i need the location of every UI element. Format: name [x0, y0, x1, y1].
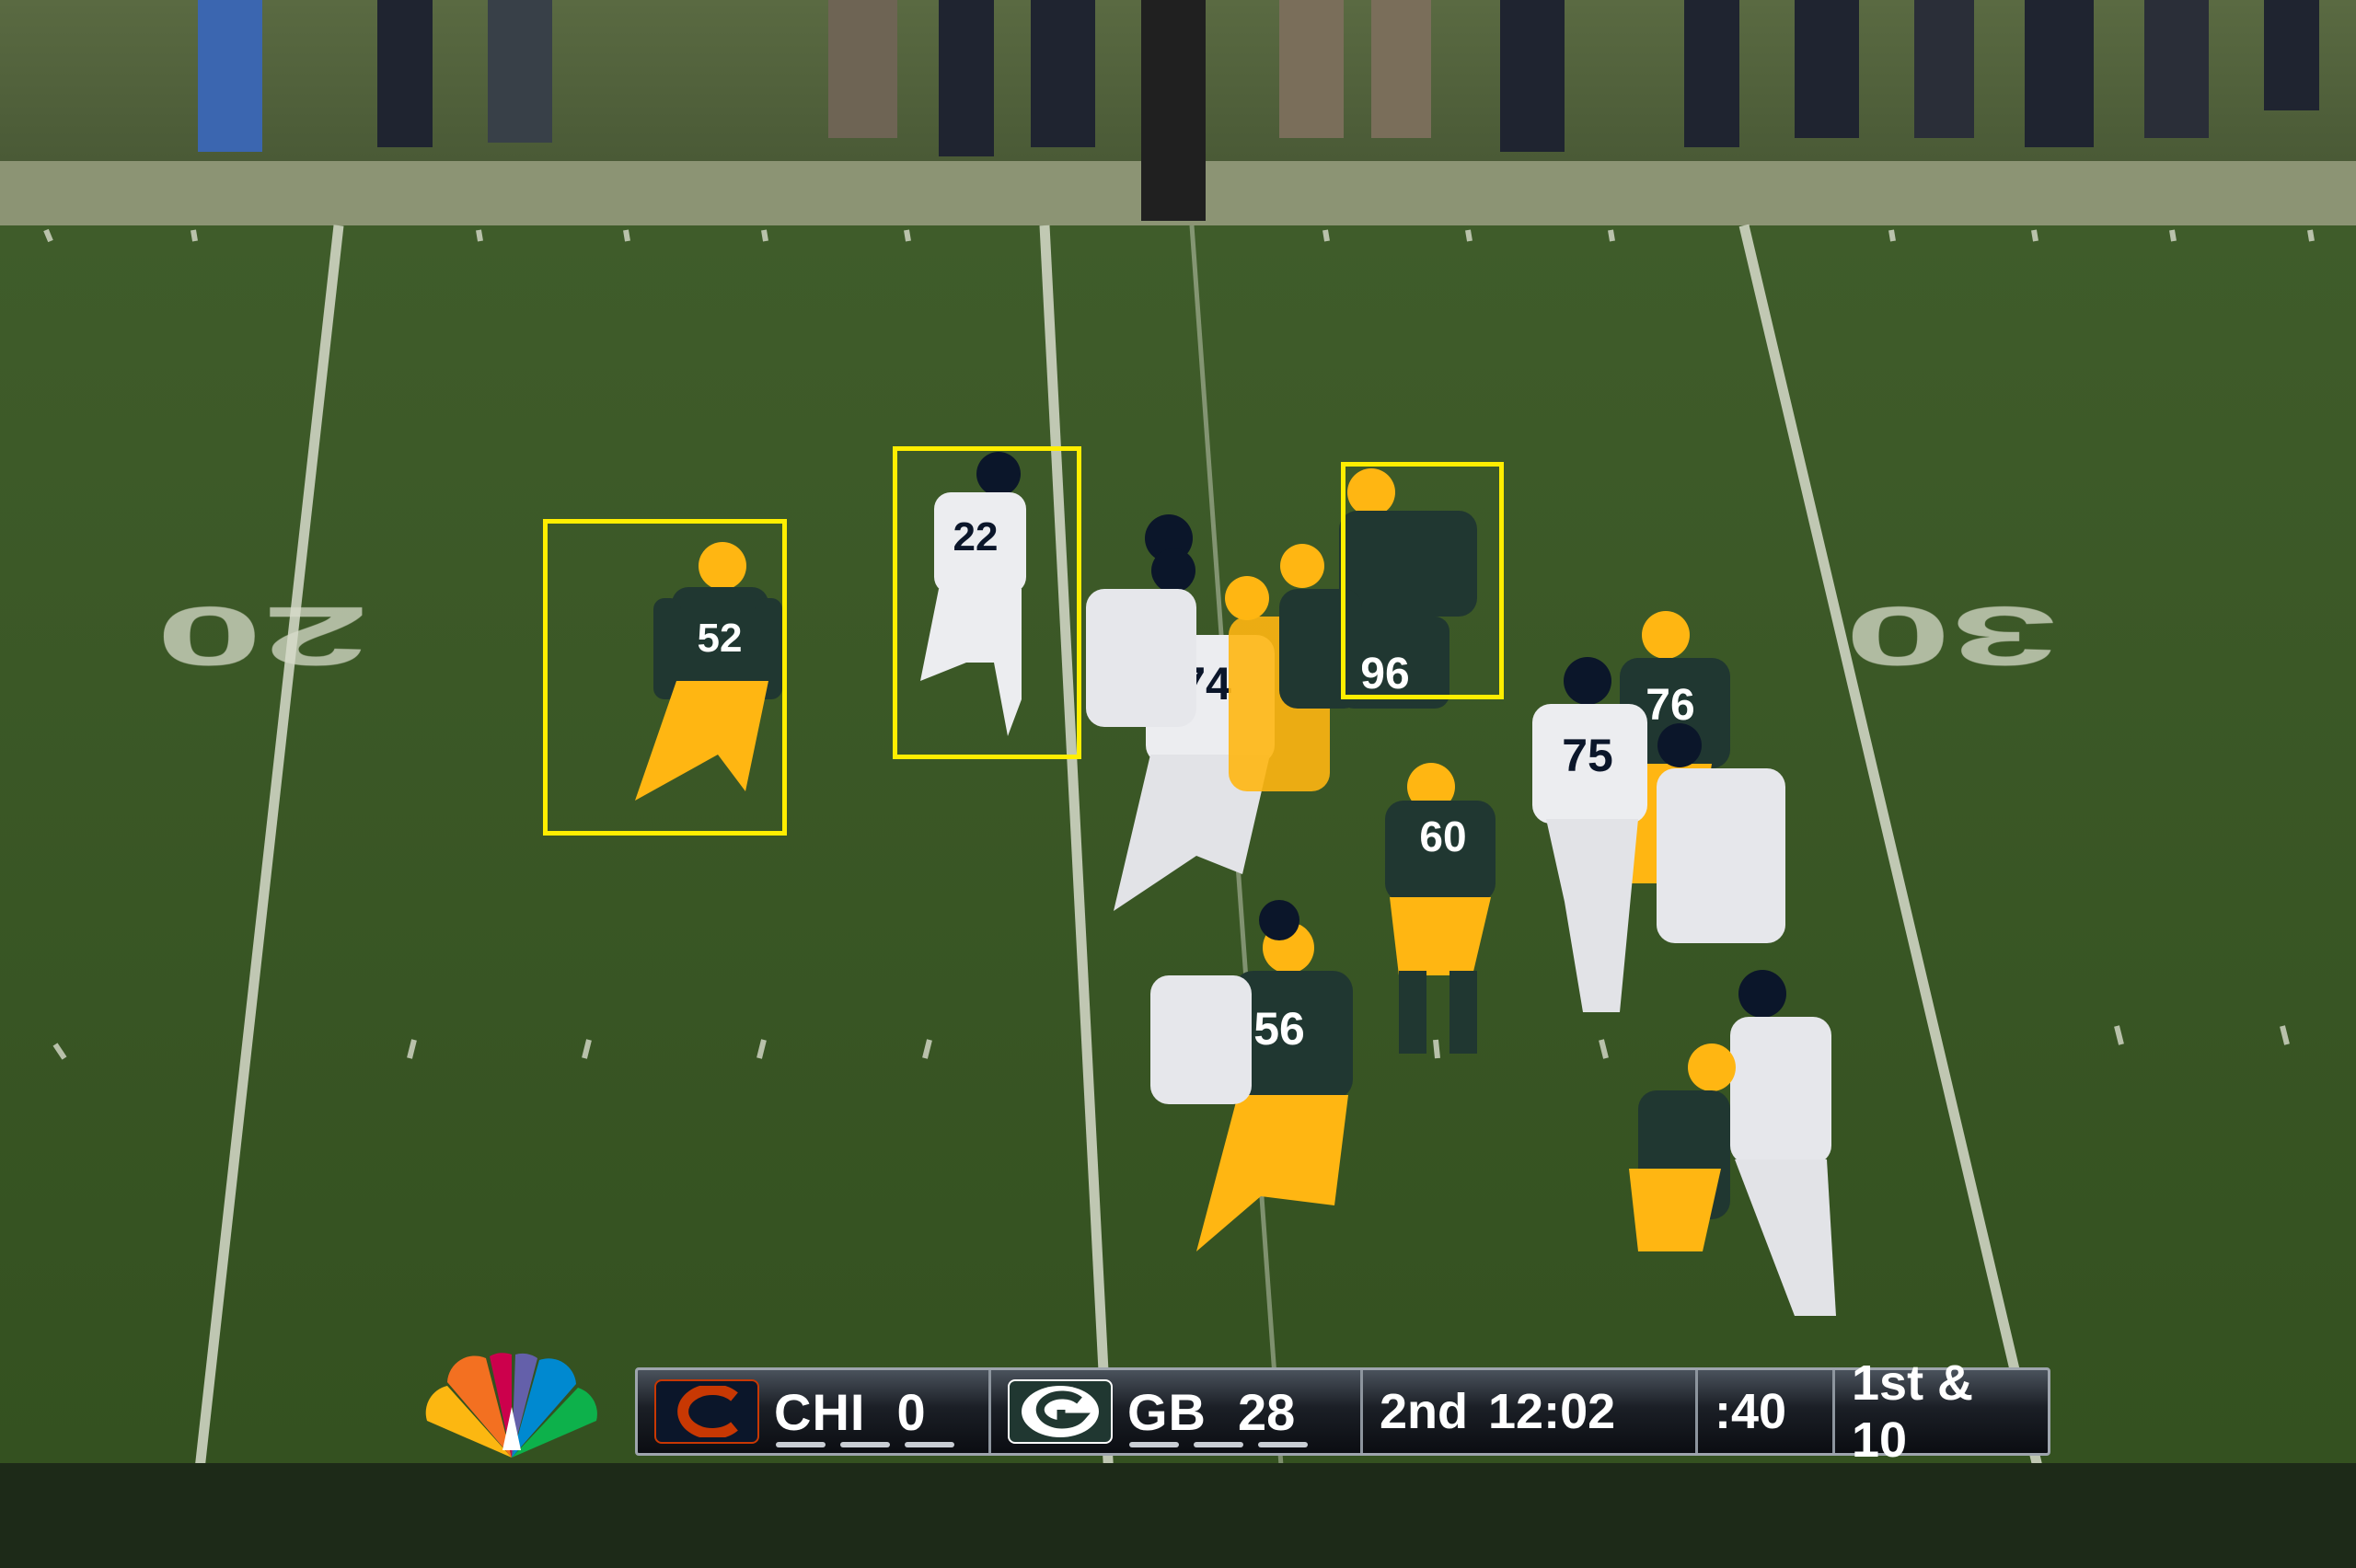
home-team-panel: GB 28 — [991, 1370, 1363, 1453]
down-distance-panel: 1st & 10 — [1835, 1355, 2048, 1468]
highlight-box-player-22 — [893, 446, 1081, 759]
highlight-box-player-52 — [543, 519, 787, 836]
game-clock-panel: 2nd 12:02 — [1363, 1370, 1698, 1453]
bears-c-icon — [677, 1386, 738, 1437]
bottom-strip — [0, 1463, 2356, 1568]
home-team-abbr: GB — [1127, 1382, 1207, 1441]
scorebug: CHI 0 GB 28 2nd 12:02 :40 1st & 10 — [635, 1355, 2050, 1468]
jersey-number: 76 — [1646, 681, 1694, 730]
down-and-distance: 1st & 10 — [1852, 1355, 1974, 1468]
home-timeouts — [1129, 1442, 1308, 1447]
away-timeouts — [776, 1442, 954, 1447]
packers-g-icon — [1022, 1386, 1099, 1437]
bears-c-logo — [654, 1379, 759, 1444]
jersey-number: 75 — [1562, 730, 1613, 781]
away-team-score: 0 — [896, 1382, 926, 1441]
field-number-left: 20 — [156, 589, 368, 682]
nbc-peacock-logo — [425, 1353, 597, 1458]
game-clock: 12:02 — [1488, 1384, 1616, 1439]
play-clock: :40 — [1715, 1384, 1787, 1439]
packers-g-logo — [1008, 1379, 1113, 1444]
period: 2nd — [1380, 1384, 1469, 1439]
jersey-number: 56 — [1253, 1003, 1305, 1055]
play-clock-panel: :40 — [1698, 1370, 1835, 1453]
home-team-score: 28 — [1238, 1382, 1296, 1441]
jersey-number: 60 — [1419, 813, 1466, 860]
football-field-scene: 20 30 52 22 74 96 76 75 60 56 — [0, 0, 2356, 1568]
broadcast-frame: 20 30 52 22 74 96 76 75 60 56 CHI 0 GB 2… — [0, 0, 2356, 1568]
away-team-panel: CHI 0 — [638, 1370, 991, 1453]
highlight-box-player-96 — [1341, 462, 1504, 699]
field-number-right: 30 — [1844, 589, 2057, 682]
away-team-abbr: CHI — [774, 1382, 866, 1441]
